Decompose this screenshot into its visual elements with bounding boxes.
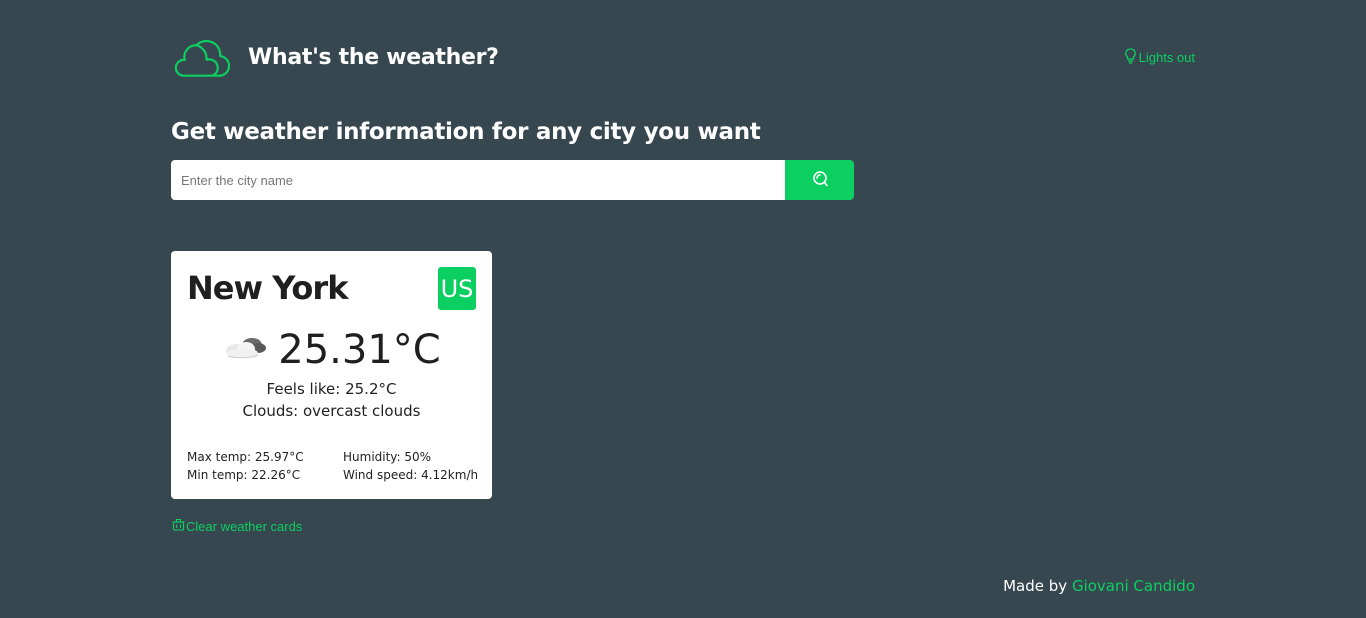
search-heading: Get weather information for any city you… (171, 119, 761, 145)
country-badge: US (438, 267, 476, 310)
temperature-row: 25.31°C (171, 327, 492, 373)
temperature-value: 25.31°C (278, 327, 441, 373)
overcast-clouds-icon (222, 331, 268, 369)
humidity: Humidity: 50% (343, 450, 432, 464)
lights-out-label: Lights out (1138, 50, 1195, 65)
clear-weather-cards-button[interactable]: Clear weather cards (172, 518, 302, 534)
extra-details: Humidity: 50% Wind speed: 4.12km/h (343, 448, 478, 484)
cloud-icon (171, 36, 231, 78)
app-title: What's the weather? (248, 44, 499, 70)
footer: Made by Giovani Candido (1003, 577, 1195, 595)
app-header: What's the weather? (171, 36, 499, 78)
feels-like: Feels like: 25.2°C (266, 380, 397, 398)
clouds-description: Clouds: overcast clouds (242, 402, 421, 420)
max-temp: Max temp: 25.97°C (187, 450, 304, 464)
lightbulb-icon (1124, 48, 1137, 67)
author-link[interactable]: Giovani Candido (1072, 577, 1195, 595)
search-button[interactable] (785, 160, 854, 200)
search-icon (811, 170, 829, 191)
clear-cards-label: Clear weather cards (186, 518, 303, 534)
footer-made-by: Made by (1003, 577, 1068, 595)
min-temp: Min temp: 22.26°C (187, 468, 301, 482)
lights-out-button[interactable]: Lights out (1124, 48, 1195, 67)
trash-icon (172, 518, 185, 534)
card-city-name: New York (187, 269, 348, 307)
city-search-input[interactable] (171, 160, 785, 200)
wind-speed: Wind speed: 4.12km/h (343, 468, 479, 482)
weather-card: New York US 25.31°C Feels like: 25.2°C C… (171, 251, 492, 499)
temp-details: Max temp: 25.97°C Min temp: 22.26°C (187, 448, 304, 484)
search-form (171, 160, 854, 200)
